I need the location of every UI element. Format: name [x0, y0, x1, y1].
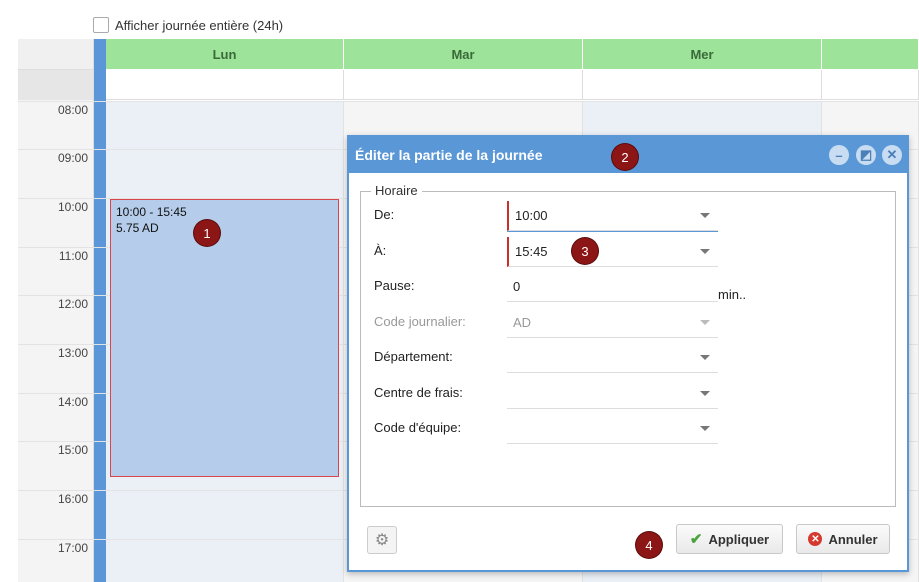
pause-label: Pause:	[374, 278, 415, 293]
hour-label: 17:00	[57, 541, 88, 555]
step-badge-2: 2	[612, 144, 638, 170]
team-code-label: Code d'équipe:	[374, 420, 462, 435]
hour-line	[18, 101, 919, 102]
calendar-event[interactable]: 10:00 - 15:45 5.75 AD	[110, 199, 339, 477]
chevron-down-icon[interactable]	[700, 355, 710, 360]
step-badge-1: 1	[194, 220, 220, 246]
pause-unit: min..	[718, 287, 747, 302]
day-header-next[interactable]	[822, 39, 919, 69]
checkbox-box[interactable]	[93, 17, 109, 33]
restore-icon[interactable]: ◩	[856, 145, 876, 165]
cost-center-select[interactable]	[507, 379, 718, 409]
checkmark-icon: ✔	[689, 531, 703, 548]
hour-label: 13:00	[57, 346, 88, 360]
hour-label: 09:00	[57, 151, 88, 165]
event-time-range: 10:00 - 15:45	[116, 205, 187, 219]
hour-label: 08:00	[57, 103, 88, 117]
hour-label: 12:00	[57, 297, 88, 311]
settings-button[interactable]: ⚙	[367, 526, 397, 554]
daily-code-label: Code journalier:	[374, 314, 466, 329]
apply-button[interactable]: ✔ Appliquer	[676, 524, 783, 554]
to-time-value: 15:45	[515, 244, 548, 259]
minimize-icon[interactable]: –	[829, 145, 849, 165]
edit-day-part-dialog: Éditer la partie de la journée – ◩ ✕ Hor…	[347, 135, 909, 572]
day-header-mer[interactable]: Mer	[583, 39, 822, 69]
hour-label: 11:00	[58, 249, 88, 263]
pause-input[interactable]: 0	[507, 272, 718, 302]
cancel-button[interactable]: ✕ Annuler	[796, 524, 890, 554]
chevron-down-icon[interactable]	[700, 426, 710, 431]
to-time-select[interactable]: 15:45	[507, 237, 718, 267]
step-badge-3: 3	[572, 238, 598, 264]
daily-code-select: AD	[507, 308, 718, 338]
dialog-title: Éditer la partie de la journée	[355, 147, 543, 163]
department-select[interactable]	[507, 343, 718, 373]
time-gutter-allday	[18, 70, 93, 100]
chevron-down-icon	[700, 320, 710, 325]
full-day-label: Afficher journée entière (24h)	[115, 17, 284, 33]
hour-label: 14:00	[57, 395, 88, 409]
time-gutter-header	[18, 39, 93, 70]
fieldset-legend: Horaire	[371, 183, 422, 198]
allday-cell-mer[interactable]	[583, 70, 822, 100]
cost-center-label: Centre de frais:	[374, 385, 463, 400]
pause-value: 0	[513, 279, 521, 294]
cancel-label: Annuler	[828, 531, 878, 547]
daily-code-value: AD	[513, 315, 532, 330]
hour-label: 15:00	[57, 443, 88, 457]
event-summary: 5.75 AD	[116, 221, 159, 235]
full-day-checkbox[interactable]: Afficher journée entière (24h)	[93, 16, 283, 34]
team-code-select[interactable]	[507, 414, 718, 444]
department-label: Département:	[374, 349, 453, 364]
allday-cell-mar[interactable]	[344, 70, 583, 100]
from-time-value: 10:00	[515, 208, 548, 223]
chevron-down-icon[interactable]	[700, 391, 710, 396]
day-header-lun[interactable]: Lun	[106, 39, 344, 69]
apply-label: Appliquer	[708, 531, 770, 547]
step-badge-4: 4	[636, 532, 662, 558]
close-icon[interactable]: ✕	[882, 145, 902, 165]
allday-cell-lun[interactable]	[106, 70, 344, 100]
selected-day-indicator	[94, 39, 106, 582]
allday-cell-next[interactable]	[822, 70, 919, 100]
to-label: À:	[374, 243, 387, 258]
focus-underline	[507, 231, 718, 232]
day-header-mar[interactable]: Mar	[344, 39, 583, 69]
hour-label: 16:00	[57, 492, 88, 506]
hour-label: 10:00	[57, 200, 88, 214]
cancel-icon: ✕	[808, 532, 823, 546]
from-time-select[interactable]: 10:00	[507, 201, 718, 231]
chevron-down-icon[interactable]	[700, 249, 710, 254]
chevron-down-icon[interactable]	[700, 213, 710, 218]
from-label: De:	[374, 207, 395, 222]
gear-icon: ⚙	[374, 532, 390, 549]
